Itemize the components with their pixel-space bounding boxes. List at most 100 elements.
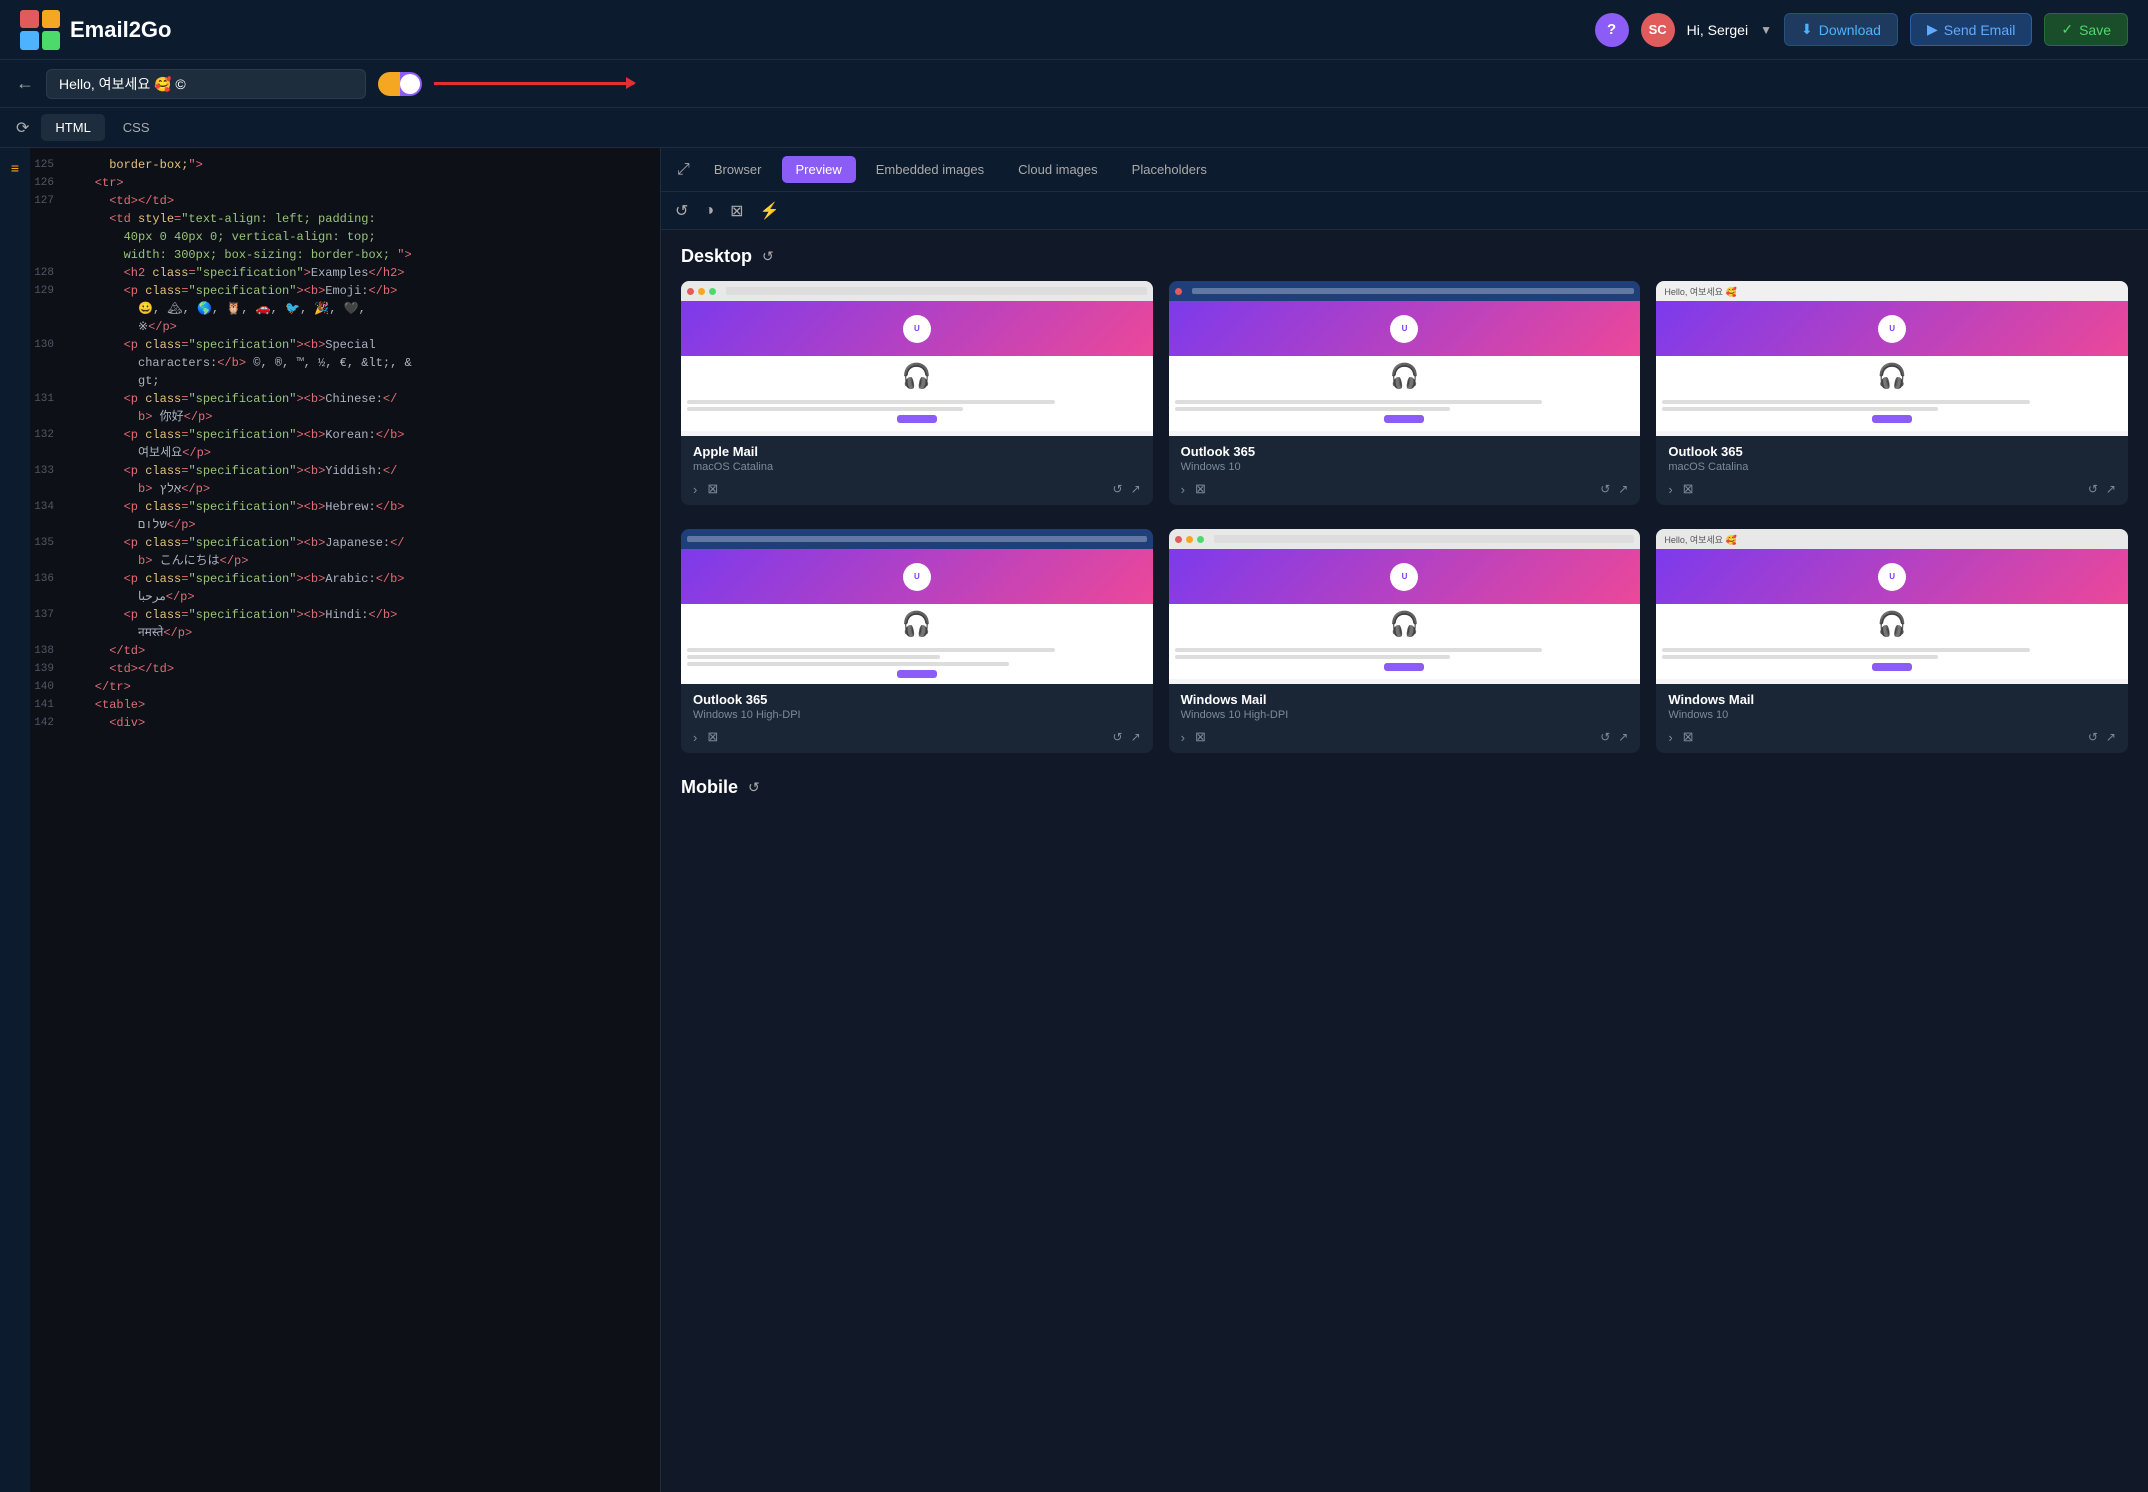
preview-tab-browser[interactable]: Browser — [700, 156, 776, 183]
mock-bar — [1214, 535, 1635, 543]
tab-css[interactable]: CSS — [109, 114, 164, 141]
card-reload-icons: ↺ ↗ — [1600, 730, 1628, 744]
card-chevron-icon[interactable]: › — [693, 481, 697, 497]
preview-tab-cloud[interactable]: Cloud images — [1004, 156, 1112, 183]
card-open-icon[interactable]: ↗ — [2106, 730, 2116, 744]
card-expand-icon[interactable]: ⊠ — [1195, 481, 1206, 497]
card-open-icon[interactable]: ↗ — [2106, 482, 2116, 496]
tab-html[interactable]: HTML — [41, 114, 104, 141]
user-chevron-icon: ▼ — [1760, 23, 1772, 37]
mock-email: U 🎧 — [681, 529, 1153, 684]
preview-card-outlook-highdpi: U 🎧 — [681, 529, 1153, 753]
card-expand-icon[interactable]: ⊠ — [1683, 729, 1694, 745]
code-line: مرحبا</p> — [30, 588, 660, 606]
red-arrow — [434, 82, 634, 85]
subject-input[interactable] — [46, 69, 366, 99]
card-actions: › ⊠ ↺ ↗ — [1656, 477, 2128, 505]
mock-text-line — [687, 655, 940, 659]
mock-body: U 🎧 — [1169, 549, 1641, 684]
mock-content — [1656, 644, 2128, 679]
desktop-section-title: Desktop — [681, 246, 752, 267]
card-expand-icon[interactable]: ⊠ — [1195, 729, 1206, 745]
preview-tab-embedded[interactable]: Embedded images — [862, 156, 998, 183]
mock-text-line — [687, 407, 963, 411]
history-button[interactable]: ⟳ — [8, 114, 37, 142]
code-line: b> 你好</p> — [30, 408, 660, 426]
card-open-icon[interactable]: ↗ — [1618, 730, 1628, 744]
sidebar-list-icon[interactable]: ≡ — [7, 156, 23, 180]
help-button[interactable]: ? — [1595, 13, 1629, 47]
theme-toggle[interactable] — [378, 72, 422, 96]
card-reload-icon[interactable]: ↺ — [1113, 482, 1123, 496]
mock-body: U 🎧 — [1656, 301, 2128, 436]
save-button[interactable]: ✓ Save — [2044, 13, 2128, 46]
card-chevron-icon[interactable]: › — [1181, 729, 1185, 745]
card-title: Outlook 365 — [1668, 444, 2116, 459]
mock-header — [681, 281, 1153, 301]
card-subtitle: Windows 10 — [1668, 709, 2116, 721]
card-subtitle: Windows 10 High-DPI — [1181, 709, 1629, 721]
mock-hero: U — [1169, 301, 1641, 356]
expand-button[interactable]: ⤢ — [673, 157, 694, 183]
mock-hero: U — [1656, 549, 2128, 604]
code-line: 137 <p class="specification"><b>Hindi:</… — [30, 606, 660, 624]
reload-icon[interactable]: ↺ — [675, 201, 688, 221]
mock-email: U 🎧 — [681, 281, 1153, 436]
card-open-icon[interactable]: ↗ — [1131, 482, 1141, 496]
preview-tab-preview[interactable]: Preview — [782, 156, 856, 183]
card-subtitle: Windows 10 High-DPI — [693, 709, 1141, 721]
card-open-icon[interactable]: ↗ — [1131, 730, 1141, 744]
dark-mode-icon[interactable]: ◑ — [704, 202, 714, 220]
preview-card-windows-mail-win10: Hello, 여보세요 🥰 U 🎧 — [1656, 529, 2128, 753]
mock-product: 🎧 — [1169, 356, 1641, 396]
card-image: Hello, 여보세요 🥰 U 🎧 — [1656, 529, 2128, 684]
mock-text-line — [1175, 655, 1451, 659]
amp-icon[interactable]: ⚡ — [759, 201, 779, 221]
card-expand-icon[interactable]: ⊠ — [1683, 481, 1694, 497]
card-reload-icon[interactable]: ↺ — [2088, 730, 2098, 744]
card-chevron-icon[interactable]: › — [1668, 729, 1672, 745]
mock-logo: U — [1878, 315, 1906, 343]
mock-cta-btn — [897, 415, 937, 423]
send-email-button[interactable]: ▶ Send Email — [1910, 13, 2032, 46]
card-reload-icon[interactable]: ↺ — [1600, 482, 1610, 496]
mock-subject-text: Hello, 여보세요 🥰 — [1662, 283, 1738, 300]
card-reload-icon[interactable]: ↺ — [1113, 730, 1123, 744]
image-off-icon[interactable]: ⊠ — [730, 201, 743, 221]
code-line: 127 <td></td> — [30, 192, 660, 210]
editor-tabs-bar: ⟳ HTML CSS — [0, 108, 2148, 148]
mock-cta-btn — [1872, 663, 1912, 671]
card-chevron-icon[interactable]: › — [693, 729, 697, 745]
card-info: Outlook 365 Windows 10 — [1169, 436, 1641, 477]
card-expand-icon[interactable]: ⊠ — [707, 729, 718, 745]
user-greeting[interactable]: Hi, Sergei — [1687, 22, 1748, 38]
code-line: 139 <td></td> — [30, 660, 660, 678]
card-chevron-icon[interactable]: › — [1668, 481, 1672, 497]
top-nav: Email2Go ? SC Hi, Sergei ▼ ⬇ Download ▶ … — [0, 0, 2148, 60]
logo-cell-blue — [20, 31, 39, 50]
mock-email: U 🎧 — [1169, 281, 1641, 436]
preview-tab-placeholders[interactable]: Placeholders — [1118, 156, 1221, 183]
card-open-icon[interactable]: ↗ — [1618, 482, 1628, 496]
card-image-outlook-mac: Hello, 여보세요 🥰 U 🎧 — [1656, 281, 2128, 436]
code-area: 125 border-box;"> 126 <tr> 127 <td></td>… — [30, 148, 660, 740]
mock-logo: U — [903, 315, 931, 343]
card-chevron-icon[interactable]: › — [1181, 481, 1185, 497]
card-title: Outlook 365 — [1181, 444, 1629, 459]
code-panel: ≡ 125 border-box;"> 126 <tr> 127 <td></t… — [0, 148, 660, 1492]
code-line: नमस्ते</p> — [30, 624, 660, 642]
mock-email: U 🎧 — [1169, 529, 1641, 684]
back-button[interactable]: ← — [16, 73, 34, 94]
code-line: ※</p> — [30, 318, 660, 336]
mock-dot-green — [709, 288, 716, 295]
card-reload-icon[interactable]: ↺ — [1600, 730, 1610, 744]
mobile-spinner: ↺ — [748, 779, 760, 796]
card-expand-icon[interactable]: ⊠ — [707, 481, 718, 497]
mock-hero: U — [681, 301, 1153, 356]
save-check-icon: ✓ — [2061, 21, 2073, 38]
card-reload-icons: ↺ ↗ — [1113, 730, 1141, 744]
card-reload-icon[interactable]: ↺ — [2088, 482, 2098, 496]
mock-content — [681, 396, 1153, 431]
card-action-icons: › ⊠ — [1181, 729, 1206, 745]
download-button[interactable]: ⬇ Download — [1784, 13, 1898, 46]
